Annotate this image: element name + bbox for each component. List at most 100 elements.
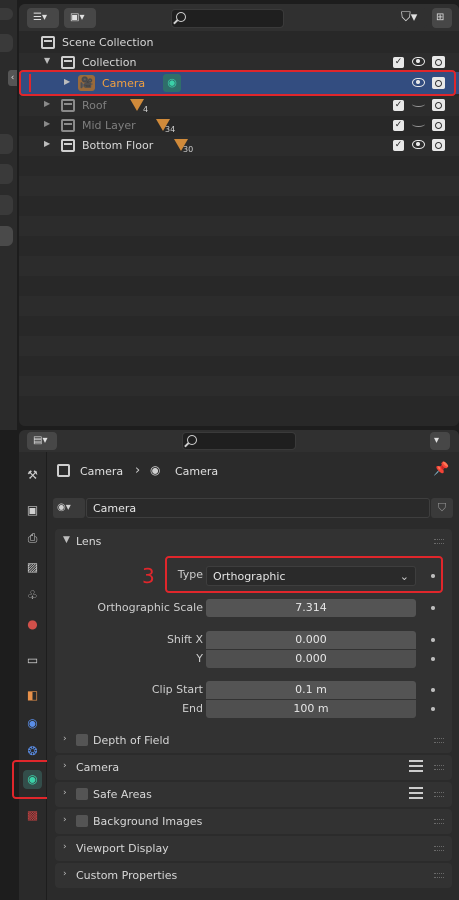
expand-chevron-icon: › [63,815,67,825]
camera-data-icon: ◉ [150,463,161,477]
outliner-search-input[interactable] [171,9,284,28]
exclude-checkbox[interactable]: ✓ [393,140,404,151]
hidden-eye-icon[interactable] [412,121,425,127]
display-mode-dropdown[interactable]: ▣▾ [64,8,96,28]
collapse-chevron-icon: ▼ [63,535,70,545]
texture-tab-icon[interactable]: ▩ [23,806,42,825]
enable-checkbox[interactable] [76,788,88,800]
drag-grip-icon[interactable] [434,738,444,743]
sidebar-toggle-arrow-icon[interactable]: ‹ [8,70,17,86]
render-camera-icon[interactable] [432,99,445,111]
search-icon [187,435,197,445]
filter-dropdown[interactable]: ⛉▾ [395,8,427,28]
properties-header: ▤▾ ▾ [19,430,459,452]
shift-x-field[interactable]: 0.000 [206,631,416,649]
exclude-checkbox[interactable]: ✓ [393,100,404,111]
render-camera-icon[interactable] [432,56,445,68]
new-collection-button[interactable]: ⊞ [432,8,452,28]
world-tab-icon[interactable]: ● [23,615,42,634]
keyframe-dot[interactable] [431,707,435,711]
custom-properties-panel[interactable]: › Custom Properties [55,863,452,888]
keyframe-dot[interactable] [431,688,435,692]
viewport-tool-button[interactable] [0,134,13,154]
editor-type-dropdown[interactable]: ☰▾ [27,8,59,28]
scene-tab-icon[interactable]: ♧ [23,586,42,605]
safe-areas-panel[interactable]: › Safe Areas [55,782,452,807]
drag-grip-icon[interactable] [434,539,444,544]
tree-row-mid-layer[interactable]: ▶ Mid Layer 34 ✓ [19,116,459,136]
tree-row-label: Roof [82,99,107,112]
tree-row-scene-collection[interactable]: Scene Collection [19,33,459,53]
exclude-checkbox[interactable]: ✓ [393,57,404,68]
breadcrumb-object: Camera [80,465,124,478]
render-tab-icon[interactable]: ▣ [23,501,42,520]
drag-grip-icon[interactable] [434,873,444,878]
view-layer-tab-icon[interactable]: ▨ [23,558,42,577]
output-tab-icon[interactable]: ⎙ [23,529,42,548]
enable-checkbox[interactable] [76,815,88,827]
expand-toggle-icon[interactable]: ▶ [44,139,50,148]
viewport-display-panel[interactable]: › Viewport Display [55,836,452,861]
enable-checkbox[interactable] [76,734,88,746]
editor-type-dropdown[interactable]: ▤▾ [27,432,57,450]
panel-header[interactable]: › Background Images [55,809,452,834]
clip-end-field[interactable]: 100 m [206,700,416,718]
expand-toggle-icon[interactable]: ▶ [44,99,50,108]
object-tab-icon[interactable]: ◧ [23,686,42,705]
tool-tab-icon[interactable]: ⚒ [23,466,42,485]
presets-list-icon[interactable] [409,760,423,772]
datablock-browse-dropdown[interactable]: ◉▾ [53,498,85,518]
hidden-eye-icon[interactable] [412,101,425,107]
annotation-highlight-type [165,556,443,593]
render-camera-icon[interactable] [432,119,445,131]
keyframe-dot[interactable] [431,638,435,642]
expand-toggle-icon[interactable]: ▶ [44,119,50,128]
presets-list-icon[interactable] [409,787,423,799]
tree-row-roof[interactable]: ▶ Roof 4 ✓ [19,96,459,116]
panel-header[interactable]: › Viewport Display [55,836,452,861]
properties-search-input[interactable] [182,432,296,450]
panel-title: Background Images [93,815,203,828]
lens-panel: ▼ Lens Type Orthographic ⌄ 3 Orthographi… [55,529,452,749]
collection-icon [61,56,75,69]
panel-header[interactable]: › Safe Areas [55,782,452,807]
viewport-tool-button[interactable] [0,195,13,215]
drag-grip-icon[interactable] [434,792,444,797]
panel-title: Safe Areas [93,788,152,801]
depth-of-field-panel[interactable]: › Depth of Field [55,728,452,753]
collection-tab-icon[interactable]: ▭ [23,651,42,670]
drag-grip-icon[interactable] [434,846,444,851]
viewport-tool-button[interactable] [0,164,13,184]
render-camera-icon[interactable] [432,139,445,151]
pin-icon[interactable]: 📌 [433,462,449,477]
viewport-tool-button[interactable] [0,226,13,246]
panel-header[interactable]: › Custom Properties [55,863,452,888]
background-images-panel[interactable]: › Background Images [55,809,452,834]
properties-main: Camera › ◉ Camera 📌 ◉▾ Camera ⛉ ▼ Lens T… [47,452,459,900]
panel-header[interactable]: › Camera [55,755,452,780]
lens-panel-header[interactable]: ▼ Lens [55,529,452,554]
keyframe-dot[interactable] [431,606,435,610]
clip-start-field[interactable]: 0.1 m [206,681,416,699]
options-dropdown[interactable]: ▾ [430,432,450,450]
viewport-tab[interactable] [0,34,13,52]
exclude-checkbox[interactable]: ✓ [393,120,404,131]
expand-toggle-icon[interactable]: ▼ [44,56,50,65]
visibility-eye-icon[interactable] [412,57,425,66]
visibility-eye-icon[interactable] [412,140,425,149]
viewport-tab[interactable] [0,8,13,20]
keyframe-dot[interactable] [431,657,435,661]
drag-grip-icon[interactable] [434,765,444,770]
datablock-name-field[interactable]: Camera [86,498,430,518]
camera-panel[interactable]: › Camera [55,755,452,780]
shift-y-field[interactable]: 0.000 [206,650,416,668]
drag-grip-icon[interactable] [434,819,444,824]
properties-editor: ▤▾ ▾ ⚒ ▣ ⎙ ▨ ♧ ● ▭ ◧ ◉ ❂ ◉ ▩ 2 Camera › … [12,430,459,900]
modifiers-tab-icon[interactable]: ◉ [23,714,42,733]
constraints-tab-icon[interactable]: ❂ [23,742,42,761]
fake-user-shield-icon[interactable]: ⛉ [431,498,453,518]
panel-header[interactable]: › Depth of Field [55,728,452,753]
tree-row-bottom-floor[interactable]: ▶ Bottom Floor 30 ✓ [19,136,459,156]
panel-title: Camera [76,761,120,774]
ortho-scale-field[interactable]: 7.314 [206,599,416,617]
